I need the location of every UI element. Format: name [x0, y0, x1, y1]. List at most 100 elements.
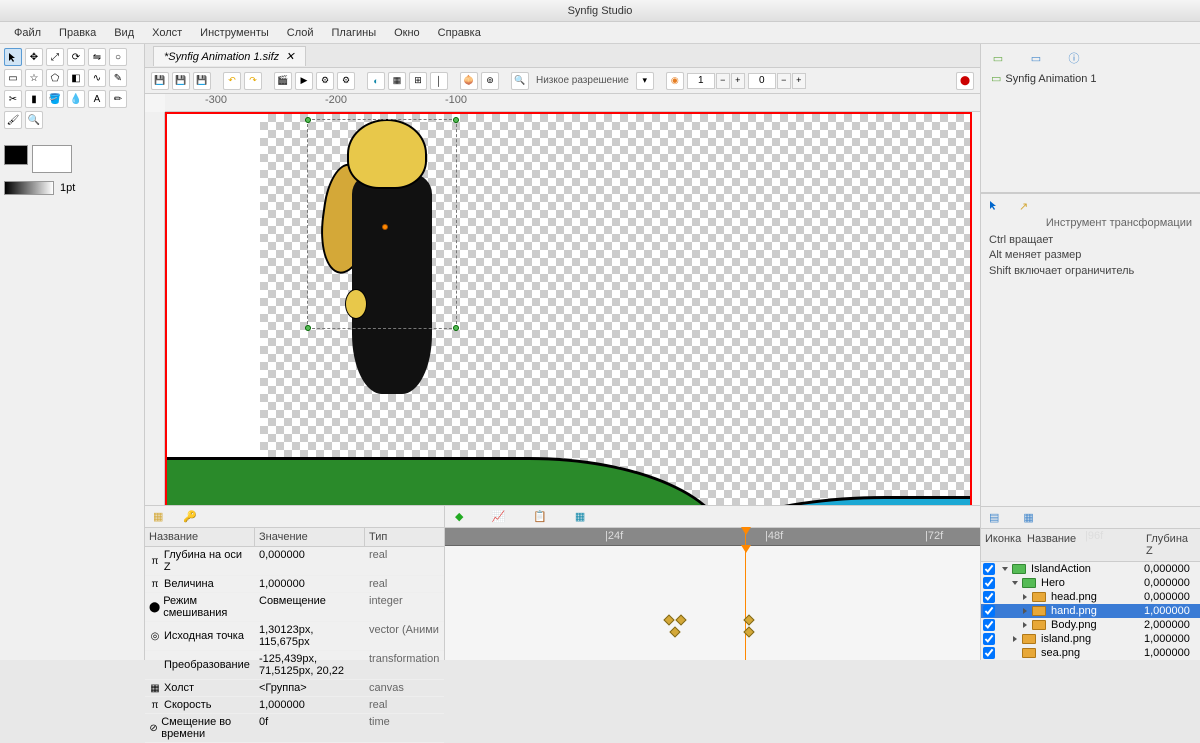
menu-plugins[interactable]: Плагины — [324, 25, 385, 41]
col-icon[interactable]: Иконка — [981, 531, 1023, 559]
future-onion-spin[interactable]: − + — [748, 73, 806, 89]
layer-row[interactable]: Body.png2,000000 — [981, 618, 1200, 632]
layer-row[interactable]: island.png1,000000 — [981, 632, 1200, 646]
resolution-icon[interactable]: 🔍 — [511, 72, 529, 90]
history-tab-icon[interactable]: 📋 — [533, 510, 547, 523]
spin-plus-icon[interactable]: + — [792, 73, 806, 89]
library-tab-icon[interactable]: ▦ — [1023, 511, 1033, 524]
star-tool-icon[interactable]: ☆ — [25, 69, 43, 87]
timeline-ruler[interactable]: |24f|48f|72f|96f — [445, 528, 980, 546]
onion2-icon[interactable]: ⊚ — [481, 72, 499, 90]
menu-help[interactable]: Справка — [430, 25, 489, 41]
curves-tab-icon[interactable]: 📈 — [491, 510, 505, 523]
scale-tool-icon[interactable]: ⤢ — [46, 48, 64, 66]
param-value[interactable]: Совмещение — [255, 593, 365, 621]
param-value[interactable]: 0f — [255, 714, 365, 742]
menu-view[interactable]: Вид — [106, 25, 142, 41]
keyframe-diamond[interactable] — [663, 614, 674, 625]
param-value[interactable]: 1,000000 — [255, 697, 365, 713]
param-value[interactable]: 1,000000 — [255, 576, 365, 592]
layer-visible-checkbox[interactable] — [983, 563, 995, 575]
col-layer-name[interactable]: Название — [1023, 531, 1142, 559]
col-name[interactable]: Название — [145, 528, 255, 546]
save-icon[interactable]: 💾 — [151, 72, 169, 90]
zoom-tool-icon[interactable]: 🔍 — [25, 111, 43, 129]
layer-visible-checkbox[interactable] — [983, 605, 995, 617]
rectangle-tool-icon[interactable]: ▭ — [4, 69, 22, 87]
smooth-move-tool-icon[interactable]: ✥ — [25, 48, 43, 66]
param-value[interactable]: 0,000000 — [255, 547, 365, 575]
menu-canvas[interactable]: Холст — [144, 25, 190, 41]
layer-visible-checkbox[interactable] — [983, 577, 995, 589]
mirror-tool-icon[interactable]: ⇋ — [88, 48, 106, 66]
expand-icon[interactable] — [1023, 608, 1027, 614]
past-onion-spin[interactable]: − + — [687, 73, 745, 89]
timeline-tracks[interactable] — [445, 546, 980, 660]
param-row[interactable]: ⊘Смещение во времени0ftime — [145, 714, 444, 743]
fill-color-swatch[interactable] — [32, 145, 72, 173]
spin-minus-icon[interactable]: − — [716, 73, 730, 89]
timeline-cursor[interactable] — [745, 528, 746, 545]
keyframe-diamond[interactable] — [675, 614, 686, 625]
saveas-icon[interactable]: 💾 — [172, 72, 190, 90]
navigator-icon[interactable]: ▭ — [1027, 50, 1045, 66]
keyframe-diamond[interactable] — [669, 626, 680, 637]
outline-color-swatch[interactable] — [4, 145, 28, 165]
preview-icon[interactable]: ▶ — [295, 72, 313, 90]
fill-tool-icon[interactable]: 🪣 — [46, 90, 64, 108]
sets-tab-icon[interactable]: ▦ — [575, 510, 585, 523]
transform-tool-icon[interactable] — [4, 48, 22, 66]
tool-opt-other-icon[interactable]: ↗ — [1019, 200, 1028, 213]
col-z[interactable]: Глубина Z — [1142, 531, 1200, 559]
menu-file[interactable]: Файл — [6, 25, 49, 41]
tool-opt-cursor-icon[interactable] — [989, 200, 999, 213]
future-onion-input[interactable] — [748, 73, 776, 89]
bg-toggle-icon[interactable]: ◉ — [666, 72, 684, 90]
layer-row[interactable]: head.png0,000000 — [981, 590, 1200, 604]
gradient-tool-icon[interactable]: ◧ — [67, 69, 85, 87]
snap-grid-icon[interactable]: ⊞ — [409, 72, 427, 90]
param-row[interactable]: ⬤Режим смешиванияСовмещениеinteger — [145, 593, 444, 622]
children-tab-icon[interactable]: 🔑 — [183, 510, 197, 523]
param-row[interactable]: ◎Исходная точка1,30123px, 115,675pxvecto… — [145, 622, 444, 651]
col-type[interactable]: Тип — [365, 528, 444, 546]
gradient-swatch[interactable] — [4, 181, 54, 195]
polygon-tool-icon[interactable]: ⬠ — [46, 69, 64, 87]
menu-edit[interactable]: Правка — [51, 25, 104, 41]
color-selector[interactable] — [4, 145, 140, 173]
brush-tool-icon[interactable]: 🖌 — [4, 111, 22, 129]
layer-visible-checkbox[interactable] — [983, 647, 995, 659]
saveall-icon[interactable]: 💾 — [193, 72, 211, 90]
param-row[interactable]: πВеличина1,000000real — [145, 576, 444, 593]
circle-tool-icon[interactable]: ○ — [109, 48, 127, 66]
layer-row[interactable]: IslandAction0,000000 — [981, 562, 1200, 576]
param-row[interactable]: πГлубина на оси Z0,000000real — [145, 547, 444, 576]
layer-visible-checkbox[interactable] — [983, 591, 995, 603]
res-down-icon[interactable]: ▾ — [636, 72, 654, 90]
sketch-tool-icon[interactable]: ✏ — [109, 90, 127, 108]
expand-icon[interactable] — [1023, 594, 1027, 600]
param-value[interactable]: 1,30123px, 115,675px — [255, 622, 365, 650]
expand-icon[interactable] — [1002, 567, 1008, 571]
options-icon[interactable]: ⚙ — [316, 72, 334, 90]
expand-icon[interactable] — [1023, 622, 1027, 628]
draw-tool-icon[interactable]: ✎ — [109, 69, 127, 87]
onion-icon[interactable]: 🧅 — [460, 72, 478, 90]
document-tab[interactable]: *Synfig Animation 1.sifz ✕ — [153, 46, 306, 66]
menu-layer[interactable]: Слой — [279, 25, 322, 41]
redo-icon[interactable]: ↷ — [244, 72, 262, 90]
animate-mode-icon[interactable]: ⬤ — [956, 72, 974, 90]
menu-tools[interactable]: Инструменты — [192, 25, 277, 41]
col-value[interactable]: Значение — [255, 528, 365, 546]
param-row[interactable]: ▦Холст<Группа>canvas — [145, 680, 444, 697]
timetrack-tab-icon[interactable]: ◆ — [455, 510, 463, 523]
width-tool-icon[interactable]: ▮ — [25, 90, 43, 108]
layer-row[interactable]: sea.png1,000000 — [981, 646, 1200, 660]
eyedrop-tool-icon[interactable]: 💧 — [67, 90, 85, 108]
expand-icon[interactable] — [1012, 581, 1018, 585]
param-row[interactable]: πСкорость1,000000real — [145, 697, 444, 714]
params-tab-icon[interactable]: ▦ — [153, 510, 163, 523]
render2-icon[interactable]: ⚙ — [337, 72, 355, 90]
preview-quality-icon[interactable]: ◐ — [367, 72, 385, 90]
text-tool-icon[interactable]: A — [88, 90, 106, 108]
